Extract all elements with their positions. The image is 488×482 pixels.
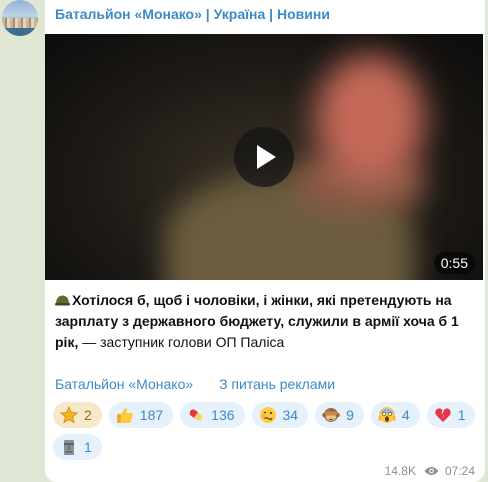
military-helmet-icon <box>55 295 70 306</box>
channel-link[interactable]: Батальйон «Монако» <box>55 376 193 392</box>
star-icon <box>60 406 78 424</box>
message-time: 07:24 <box>444 464 475 478</box>
play-button[interactable] <box>234 127 294 187</box>
moai-icon <box>64 440 74 455</box>
video-duration: 0:55 <box>433 252 475 274</box>
channel-avatar[interactable] <box>2 0 38 36</box>
avatar-sea <box>2 28 38 36</box>
message-footer: 14.8K 07:24 <box>385 464 475 478</box>
video-player[interactable]: 0:55 <box>45 34 483 280</box>
ads-link[interactable]: З питань реклами <box>219 376 335 392</box>
reaction-broken-heart[interactable]: 1 <box>426 402 476 428</box>
thumbs-up-icon <box>116 407 133 423</box>
screaming-face-icon <box>378 407 396 423</box>
reaction-count: 1 <box>457 407 466 423</box>
view-count: 14.8K <box>384 464 416 478</box>
reaction-count: 187 <box>139 407 164 423</box>
play-icon <box>257 145 276 169</box>
reaction-count: 1 <box>84 439 92 455</box>
reaction-count: 9 <box>346 407 354 423</box>
reactions-bar: 2 187 136 34 9 4 1 1 <box>53 402 481 460</box>
reaction-count: 4 <box>401 407 410 423</box>
video-blurred-head <box>315 54 425 184</box>
broken-heart-icon <box>434 408 451 422</box>
reaction-monkey[interactable]: 9 <box>315 402 364 428</box>
reaction-count: 136 <box>211 407 235 423</box>
see-no-evil-monkey-icon <box>322 408 340 422</box>
pill-icon <box>189 409 203 421</box>
reaction-moai[interactable]: 1 <box>53 434 102 460</box>
reaction-count: 2 <box>84 407 92 423</box>
reaction-pill[interactable]: 136 <box>180 402 245 428</box>
message-bubble: Батальйон «Монако» | Україна | Новини 0:… <box>45 0 485 482</box>
avatar-city <box>2 18 38 28</box>
eye-icon <box>424 467 439 475</box>
channel-name[interactable]: Батальйон «Монако» | Україна | Новини <box>55 6 330 22</box>
reaction-woozy-face[interactable]: 34 <box>251 402 309 428</box>
reaction-star[interactable]: 2 <box>53 402 102 428</box>
post-text: Хотілося б, щоб і чоловіки, і жінки, які… <box>55 290 475 353</box>
post-links: Батальйон «Монако» З питань реклами <box>55 376 357 392</box>
reaction-screaming-face[interactable]: 4 <box>370 402 420 428</box>
reaction-thumbs-up[interactable]: 187 <box>108 402 174 428</box>
post-attribution: — заступник голови ОП Паліса <box>78 334 285 350</box>
woozy-face-icon <box>259 407 276 423</box>
reaction-count: 34 <box>282 407 299 423</box>
